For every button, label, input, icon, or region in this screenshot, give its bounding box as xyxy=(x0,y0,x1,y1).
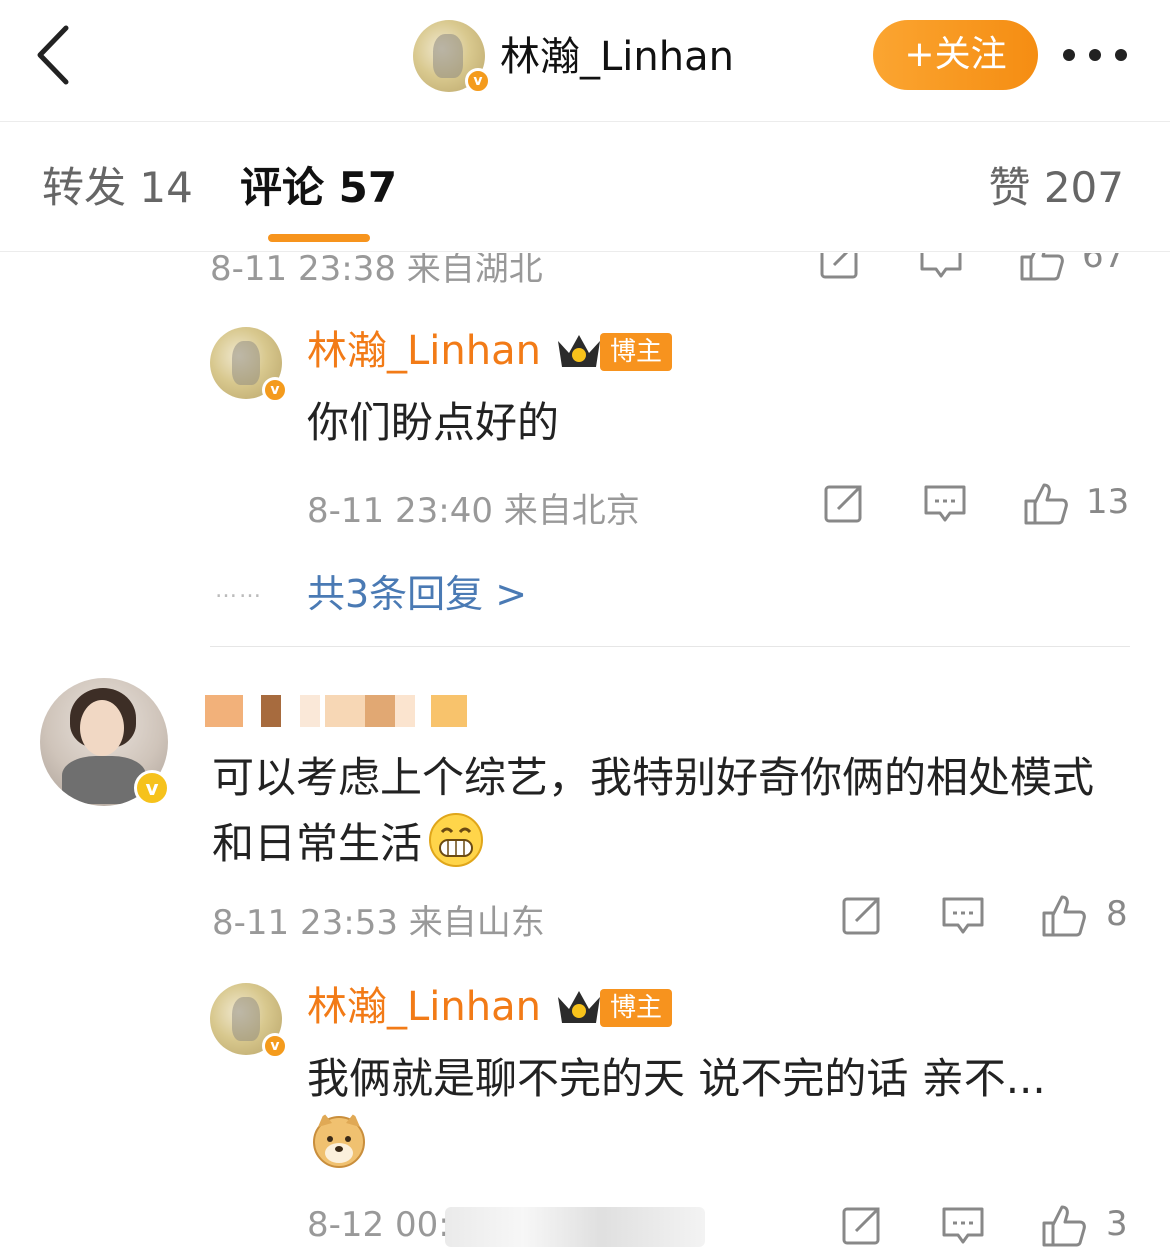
blogger-reply-avatar[interactable]: v xyxy=(210,983,288,1059)
crown-icon xyxy=(558,991,600,1023)
share-icon[interactable] xyxy=(818,253,862,281)
more-replies-link[interactable]: 共3条回复 > xyxy=(307,563,527,618)
like-icon[interactable] xyxy=(1040,893,1088,937)
reply-text: 你们盼点好的 xyxy=(307,398,560,447)
tab-comment[interactable]: 评论 57 xyxy=(240,160,397,216)
blogger-badge: 博主 xyxy=(600,333,673,371)
like-count: 13 xyxy=(1086,482,1130,522)
meta-censor-blur xyxy=(445,1207,705,1247)
grin-emoji-icon xyxy=(429,813,484,867)
comment-icon[interactable] xyxy=(940,893,986,937)
share-icon[interactable] xyxy=(822,481,866,525)
like-icon[interactable] xyxy=(1040,1203,1088,1247)
back-icon[interactable] xyxy=(30,22,80,88)
comment-icon[interactable] xyxy=(918,253,964,281)
blogger-avatar[interactable]: v xyxy=(413,20,491,94)
comment-meta: 8-11 23:38 来自湖北 xyxy=(210,253,543,289)
tab-bar: 转发 14 评论 57 赞 207 xyxy=(0,122,1170,252)
like-count: 8 xyxy=(1106,894,1128,934)
reply-meta: 8-11 23:40 来自北京 xyxy=(307,491,640,531)
like-count: 3 xyxy=(1106,1204,1128,1244)
share-icon[interactable] xyxy=(840,1203,884,1247)
reply-author-name[interactable]: 林瀚_Linhan xyxy=(307,325,541,377)
follow-button[interactable]: +关注 xyxy=(873,20,1038,90)
comment-icon[interactable] xyxy=(922,481,968,525)
comment-text: 可以考虑上个综艺，我特别好奇你俩的相处模式和日常生活 xyxy=(212,753,1095,868)
commenter-name-censored[interactable] xyxy=(205,691,470,731)
doge-emoji-icon xyxy=(313,1113,365,1168)
reply-author-name[interactable]: 林瀚_Linhan xyxy=(307,981,541,1033)
blogger-name[interactable]: 林瀚_Linhan xyxy=(500,30,734,84)
reply-actions: 13 xyxy=(822,481,1132,531)
verified-badge-icon: v xyxy=(134,770,170,806)
crown-icon xyxy=(558,335,600,367)
like-count: 67 xyxy=(1082,253,1126,276)
blogger-reply-avatar[interactable]: v xyxy=(210,327,288,403)
reply-meta: 8-12 00: xyxy=(307,1205,450,1245)
divider xyxy=(210,646,1130,647)
tab-like[interactable]: 赞 207 xyxy=(988,160,1124,216)
more-icon[interactable] xyxy=(1060,38,1130,72)
commenter-avatar[interactable]: v xyxy=(40,678,170,806)
comment-actions: 8 xyxy=(840,893,1130,943)
comment-list: 8-11 23:38 来自湖北 67 v 林瀚_Linhan 博主 你们盼点好的… xyxy=(0,253,1170,1258)
comment-meta: 8-11 23:53 来自山东 xyxy=(212,903,545,943)
top-bar: v 林瀚_Linhan +关注 xyxy=(0,0,1170,122)
like-icon[interactable] xyxy=(1018,253,1066,281)
reply-text: 我俩就是聊不完的天 说不完的话 亲不... xyxy=(307,1054,1046,1103)
verified-badge-icon: v xyxy=(262,1033,288,1059)
replies-dots: …… xyxy=(215,578,263,603)
comment-icon[interactable] xyxy=(940,1203,986,1247)
active-tab-indicator xyxy=(268,234,370,242)
verified-badge-icon: v xyxy=(262,377,288,403)
verified-badge-icon: v xyxy=(465,68,491,94)
reply-actions: 3 xyxy=(840,1203,1130,1253)
like-icon[interactable] xyxy=(1022,481,1070,525)
comment-actions: 67 xyxy=(818,253,1138,287)
blogger-badge: 博主 xyxy=(600,989,673,1027)
tab-repost[interactable]: 转发 14 xyxy=(42,160,193,216)
share-icon[interactable] xyxy=(840,893,884,937)
